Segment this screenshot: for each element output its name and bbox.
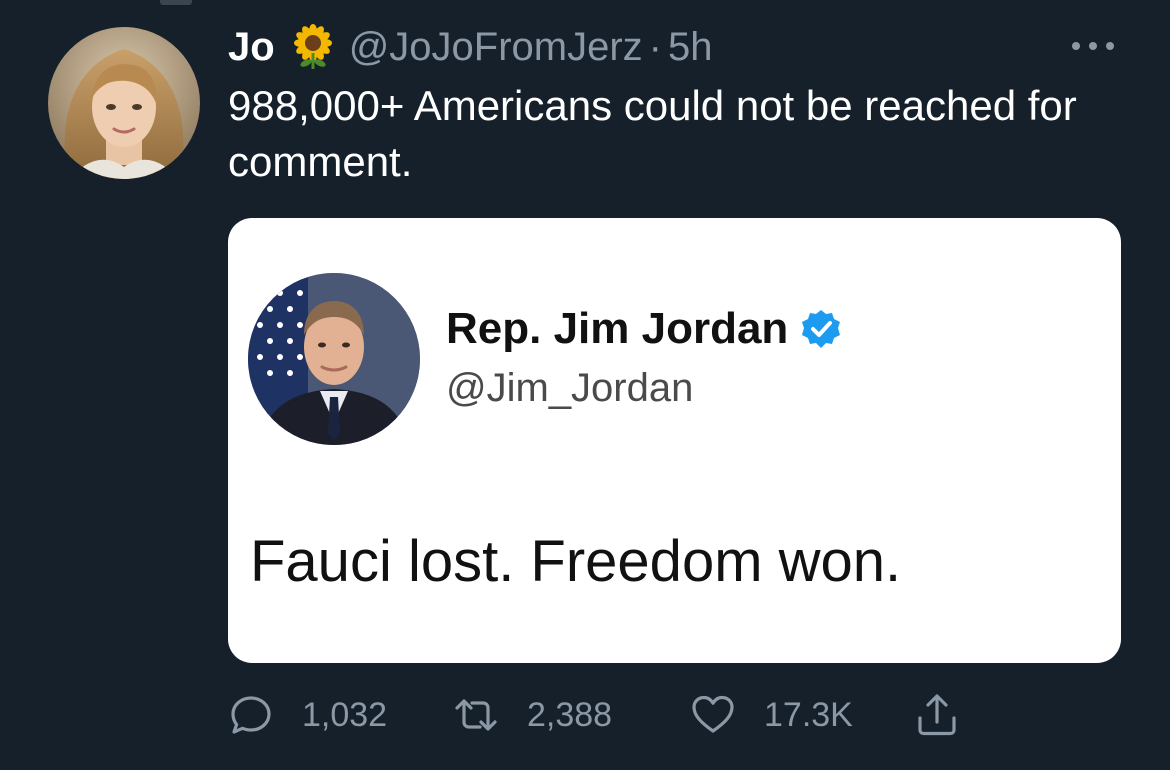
like-button[interactable]: 17.3K xyxy=(690,690,853,740)
share-button[interactable] xyxy=(914,690,988,740)
quoted-avatar xyxy=(248,273,420,445)
retweet-icon xyxy=(455,699,497,731)
like-count: 17.3K xyxy=(764,695,853,734)
retweet-button[interactable]: 2,388 xyxy=(453,690,612,740)
tweet-timestamp[interactable]: 5h xyxy=(668,25,713,70)
share-icon xyxy=(918,694,956,736)
reply-icon xyxy=(231,696,271,734)
quoted-handle: @Jim_Jordan xyxy=(446,366,694,410)
heart-icon xyxy=(692,695,734,733)
reply-button[interactable]: 1,032 xyxy=(228,690,387,740)
previous-element-edge xyxy=(160,0,192,5)
quoted-screenshot-image[interactable]: Rep. Jim Jordan @Jim_Jordan Fauci lost. … xyxy=(228,218,1121,663)
quoted-display-name: Rep. Jim Jordan xyxy=(446,304,789,353)
author-display-name[interactable]: Jo xyxy=(228,25,275,70)
quoted-name-row: Rep. Jim Jordan xyxy=(446,304,842,354)
reply-count: 1,032 xyxy=(302,695,388,734)
author-handle[interactable]: @JoJoFromJerz xyxy=(349,25,643,70)
tweet-text: 988,000+ Americans could not be reached … xyxy=(228,82,1077,185)
quoted-text: Fauci lost. Freedom won. xyxy=(250,529,902,594)
ellipsis-icon[interactable] xyxy=(1068,36,1118,56)
verified-badge-icon xyxy=(802,310,841,348)
tweet-header: Jo @JoJoFromJerz · 5h xyxy=(228,20,713,74)
retweet-count: 2,388 xyxy=(527,695,613,734)
meta-separator: · xyxy=(648,24,662,69)
sunflower-icon xyxy=(293,24,332,69)
author-avatar[interactable] xyxy=(48,27,200,179)
